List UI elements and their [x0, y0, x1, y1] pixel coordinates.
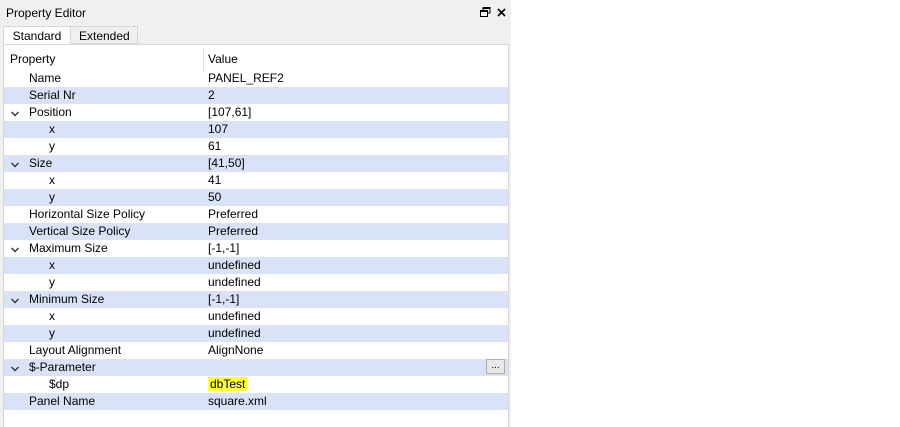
- float-window-icon[interactable]: [478, 5, 492, 19]
- property-value[interactable]: square.xml: [208, 394, 267, 408]
- property-value[interactable]: [-1,-1]: [208, 292, 239, 306]
- title-bar: Property Editor: [0, 3, 511, 23]
- property-name: $dp: [49, 377, 70, 391]
- table-row[interactable]: y 61: [4, 138, 508, 155]
- table-row[interactable]: Serial Nr 2: [4, 87, 508, 104]
- property-value-text: [41,50]: [208, 156, 245, 170]
- property-value-text: 2: [208, 88, 215, 102]
- property-value[interactable]: 50: [208, 190, 221, 204]
- property-value-text: Preferred: [208, 224, 259, 238]
- table-row[interactable]: $-Parameter...: [4, 359, 508, 376]
- window-title: Property Editor: [6, 6, 87, 20]
- property-value[interactable]: 41: [208, 173, 221, 187]
- property-value[interactable]: [-1,-1]: [208, 241, 239, 255]
- column-header-property[interactable]: Property: [10, 52, 55, 66]
- property-value[interactable]: dbTest: [208, 377, 248, 391]
- table-header: Property Value: [4, 49, 508, 73]
- property-name: Maximum Size: [29, 241, 108, 255]
- property-name: y: [49, 139, 55, 153]
- table-row[interactable]: Size [41,50]: [4, 155, 508, 172]
- table-row[interactable]: y undefined: [4, 325, 508, 342]
- property-name: Minimum Size: [29, 292, 105, 306]
- property-value[interactable]: 2: [208, 88, 215, 102]
- table-row[interactable]: Layout Alignment AlignNone: [4, 342, 508, 359]
- property-value-text: [-1,-1]: [208, 241, 240, 255]
- table-row[interactable]: x 107: [4, 121, 508, 138]
- property-name: y: [49, 326, 55, 340]
- property-value-text: 50: [208, 190, 222, 204]
- property-value[interactable]: [107,61]: [208, 105, 251, 119]
- property-table: Property Value Name PANEL_REF2 Serial Nr 2 P…: [3, 44, 509, 427]
- property-name: x: [49, 309, 55, 323]
- property-value-text: AlignNone: [208, 343, 264, 357]
- property-value-text: PANEL_REF2: [208, 71, 284, 85]
- close-icon[interactable]: [494, 5, 508, 19]
- property-value-text: undefined: [208, 309, 261, 323]
- property-value-text: square.xml: [208, 394, 267, 408]
- property-name: $-Parameter: [29, 360, 96, 374]
- property-name: Panel Name: [29, 394, 96, 408]
- chevron-down-icon[interactable]: [10, 159, 20, 169]
- chevron-down-icon[interactable]: [10, 295, 20, 305]
- property-value[interactable]: PANEL_REF2: [208, 71, 284, 85]
- chevron-down-icon[interactable]: [10, 363, 20, 373]
- property-name: Layout Alignment: [29, 343, 122, 357]
- tab-extended[interactable]: Extended: [70, 26, 138, 44]
- property-editor-panel: Property Editor Standard Extended Proper…: [0, 0, 511, 427]
- property-value[interactable]: undefined: [208, 326, 261, 340]
- table-row[interactable]: Maximum Size [-1,-1]: [4, 240, 508, 257]
- property-value[interactable]: AlignNone: [208, 343, 263, 357]
- property-name: y: [49, 190, 55, 204]
- property-value[interactable]: 107: [208, 122, 228, 136]
- chevron-down-icon[interactable]: [10, 108, 20, 118]
- ellipsis-button[interactable]: ...: [486, 359, 505, 374]
- property-value-text: undefined: [208, 275, 261, 289]
- table-row[interactable]: x 41: [4, 172, 508, 189]
- property-value-text: [107,61]: [208, 105, 252, 119]
- table-row[interactable]: x undefined: [4, 257, 508, 274]
- table-row[interactable]: Vertical Size Policy Preferred: [4, 223, 508, 240]
- property-name: Horizontal Size Policy: [29, 207, 146, 221]
- property-value[interactable]: undefined: [208, 275, 261, 289]
- property-value-text: undefined: [208, 258, 261, 272]
- property-value-text: Preferred: [208, 207, 259, 221]
- property-name: Serial Nr: [29, 88, 76, 102]
- property-value[interactable]: Preferred: [208, 224, 258, 238]
- table-row[interactable]: Panel Name square.xml: [4, 393, 508, 410]
- property-value[interactable]: 61: [208, 139, 221, 153]
- property-value[interactable]: undefined: [208, 309, 261, 323]
- property-name: x: [49, 173, 55, 187]
- property-name: Position: [29, 105, 72, 119]
- property-name: Size: [29, 156, 53, 170]
- table-row[interactable]: Minimum Size [-1,-1]: [4, 291, 508, 308]
- property-name: x: [49, 258, 55, 272]
- property-name: y: [49, 275, 55, 289]
- property-value-text: 61: [208, 139, 222, 153]
- highlighted-value: dbTest: [208, 377, 248, 391]
- table-row[interactable]: y 50: [4, 189, 508, 206]
- property-value-text: 41: [208, 173, 222, 187]
- chevron-down-icon[interactable]: [10, 244, 20, 254]
- property-value[interactable]: Preferred: [208, 207, 258, 221]
- table-row[interactable]: $dp dbTest: [4, 376, 508, 393]
- table-row[interactable]: Horizontal Size Policy Preferred: [4, 206, 508, 223]
- tab-standard[interactable]: Standard: [3, 26, 71, 45]
- property-value-text: [-1,-1]: [208, 292, 240, 306]
- property-name: Vertical Size Policy: [29, 224, 131, 238]
- property-value-text: 107: [208, 122, 229, 136]
- property-value[interactable]: undefined: [208, 258, 261, 272]
- table-row[interactable]: Position [107,61]: [4, 104, 508, 121]
- table-row[interactable]: x undefined: [4, 308, 508, 325]
- property-value-text: undefined: [208, 326, 261, 340]
- property-name: x: [49, 122, 55, 136]
- table-row[interactable]: y undefined: [4, 274, 508, 291]
- property-value[interactable]: [41,50]: [208, 156, 245, 170]
- table-row[interactable]: Name PANEL_REF2: [4, 70, 508, 87]
- property-name: Name: [29, 71, 62, 85]
- column-header-value[interactable]: Value: [208, 52, 238, 66]
